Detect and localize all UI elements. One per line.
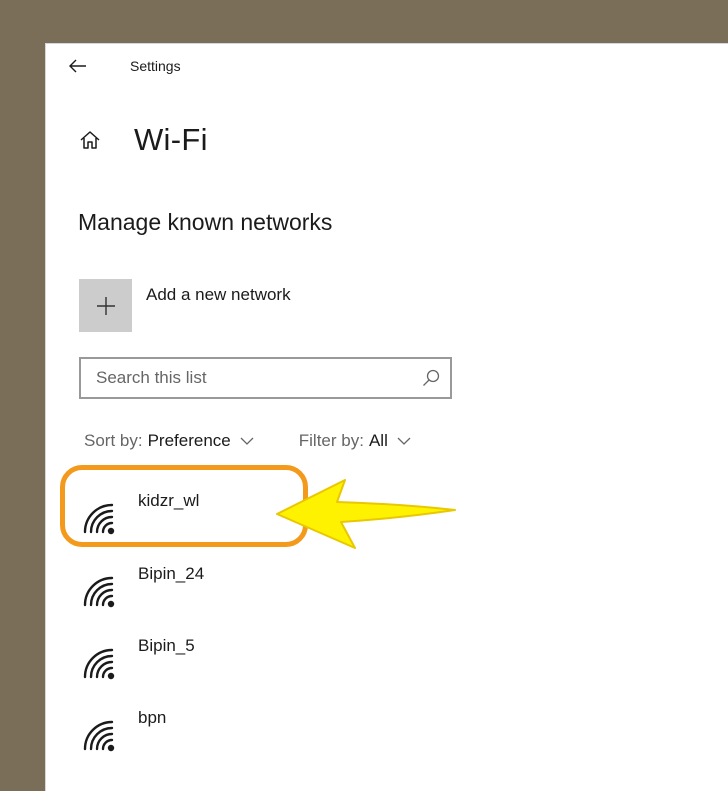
sort-label: Sort by: <box>84 431 143 450</box>
network-name: kidzr_wl <box>138 491 200 510</box>
title-bar: Settings <box>46 44 728 88</box>
settings-window: Settings Wi-Fi Manage known networks Add… <box>45 43 728 791</box>
add-network-label: Add a new network <box>146 285 291 304</box>
network-name: Bipin_24 <box>138 564 205 583</box>
window-title: Settings <box>130 58 181 74</box>
sort-value: Preference <box>147 431 231 450</box>
search-input[interactable] <box>94 367 408 389</box>
search-field[interactable] <box>79 357 452 399</box>
network-name: bpn <box>138 708 167 727</box>
page-header: Wi-Fi <box>78 122 208 158</box>
network-item[interactable]: bpn <box>81 708 311 768</box>
home-button[interactable] <box>78 128 102 152</box>
filter-label: Filter by: <box>298 431 364 450</box>
add-network-tile[interactable] <box>79 279 132 332</box>
filter-dropdown[interactable]: Filter by: All <box>299 431 411 451</box>
wifi-icon <box>83 720 115 752</box>
chevron-down-icon <box>397 437 411 445</box>
wifi-icon <box>83 576 115 608</box>
wifi-icon <box>83 503 115 535</box>
plus-icon <box>96 296 115 315</box>
search-icon[interactable] <box>422 369 440 387</box>
sort-dropdown[interactable]: Sort by: Preference <box>84 431 254 451</box>
filter-value: All <box>368 431 388 450</box>
back-button[interactable] <box>63 53 93 79</box>
network-item[interactable]: Bipin_5 <box>81 636 311 696</box>
network-name: Bipin_5 <box>138 636 195 655</box>
page-title: Wi-Fi <box>134 122 208 157</box>
back-arrow-icon <box>69 59 86 73</box>
network-item[interactable]: kidzr_wl <box>81 491 311 551</box>
wifi-icon <box>83 648 115 680</box>
sort-filter-row: Sort by: Preference Filter by: All <box>84 431 411 451</box>
section-title: Manage known networks <box>78 209 333 235</box>
add-network-button[interactable]: Add a new network <box>79 279 291 332</box>
chevron-down-icon <box>240 437 254 445</box>
network-item[interactable]: Bipin_24 <box>81 564 311 624</box>
home-icon <box>80 131 100 149</box>
